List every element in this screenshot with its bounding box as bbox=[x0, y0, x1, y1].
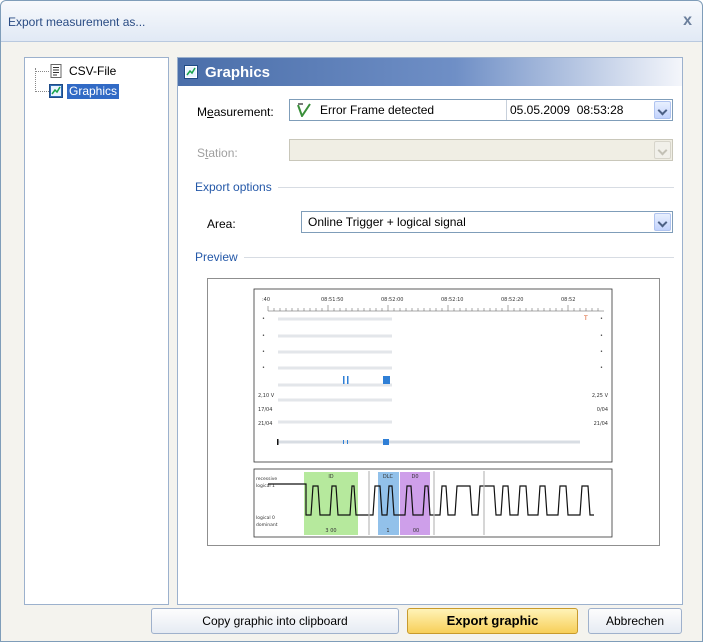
right-value: 0/04 bbox=[597, 407, 608, 413]
frame-field-value: 1 bbox=[386, 528, 389, 534]
tree-item-csv-file[interactable]: CSV-File bbox=[49, 63, 118, 79]
export-format-tree: CSV-File Graphics bbox=[24, 57, 169, 605]
trigger-window bbox=[253, 288, 613, 463]
signal-level: dominant bbox=[256, 522, 278, 528]
left-values: 2,10 V 17/04 21/04 bbox=[258, 393, 275, 427]
left-value: 17/04 bbox=[258, 407, 272, 413]
frame-field-name: D0 bbox=[411, 474, 418, 480]
time-tick-label: :40 bbox=[262, 297, 270, 303]
measurement-timestamp: 05.05.2009 08:53:28 bbox=[510, 103, 624, 117]
graphics-icon bbox=[49, 84, 63, 98]
preview-graphic: :40 08:51:50 08:52:00 08:52:10 08:52:20 … bbox=[253, 288, 613, 538]
export-options-heading: Export options bbox=[195, 180, 278, 194]
csv-file-icon bbox=[50, 64, 62, 78]
time-tick-label: 08:52:10 bbox=[441, 297, 463, 303]
frame-field-name: DLC bbox=[383, 474, 394, 480]
left-value: 21/04 bbox=[258, 421, 272, 427]
measurement-select[interactable]: Error Frame detected 05.05.2009 08:53:28 bbox=[289, 99, 673, 121]
bit-separator bbox=[433, 471, 435, 535]
svg-text:•: • bbox=[600, 349, 603, 355]
frame-field-value: 3 00 bbox=[325, 528, 336, 534]
svg-text:•: • bbox=[600, 365, 603, 371]
station-label: Station: bbox=[197, 146, 238, 160]
section-divider bbox=[197, 257, 674, 258]
preview-frame: :40 08:51:50 08:52:00 08:52:10 08:52:20 … bbox=[207, 278, 660, 546]
trigger-marker: T bbox=[583, 315, 588, 322]
measurement-label: Measurement: bbox=[197, 105, 274, 119]
tree-item-label: Graphics bbox=[67, 83, 120, 99]
left-value: 2,10 V bbox=[258, 393, 275, 399]
svg-text:•: • bbox=[262, 316, 265, 322]
cancel-button[interactable]: Abbrechen bbox=[588, 608, 682, 634]
signal-level: recessive bbox=[256, 476, 277, 482]
graphics-icon bbox=[184, 65, 198, 79]
chevron-down-icon[interactable] bbox=[654, 213, 671, 231]
area-value: Online Trigger + logical signal bbox=[308, 215, 466, 229]
tree-item-graphics[interactable]: Graphics bbox=[49, 83, 120, 99]
panel-title: Graphics bbox=[205, 64, 271, 81]
copy-graphic-button[interactable]: Copy graphic into clipboard bbox=[151, 608, 399, 634]
frame-field-value: 00 bbox=[413, 528, 419, 534]
overview-event bbox=[383, 439, 389, 445]
right-value: 2,25 V bbox=[592, 393, 609, 399]
time-tick-label: 08:52:20 bbox=[501, 297, 523, 303]
time-tick-label: 08:52:00 bbox=[381, 297, 403, 303]
time-tick-label: 08:51:50 bbox=[321, 297, 343, 303]
station-select bbox=[289, 139, 673, 161]
tree-connector bbox=[35, 91, 49, 92]
preview-heading: Preview bbox=[195, 250, 244, 264]
bit-separator bbox=[483, 471, 485, 535]
overview-marker bbox=[277, 439, 279, 445]
chevron-down-icon bbox=[654, 141, 671, 159]
overview-event bbox=[343, 440, 344, 444]
panel-header: Graphics bbox=[178, 58, 682, 86]
svg-text:•: • bbox=[262, 349, 265, 355]
svg-text:•: • bbox=[262, 333, 265, 339]
signal-level: logical 0 bbox=[256, 515, 275, 521]
svg-text:•: • bbox=[600, 333, 603, 339]
close-icon[interactable]: x bbox=[683, 12, 692, 30]
right-value: 21/04 bbox=[594, 421, 608, 427]
field-divider bbox=[506, 100, 507, 120]
tree-connector bbox=[35, 71, 49, 72]
frame-field-name: ID bbox=[328, 474, 333, 480]
export-graphic-button[interactable]: Export graphic bbox=[407, 608, 578, 634]
tree-item-label: CSV-File bbox=[69, 63, 117, 78]
button-bar: Copy graphic into clipboard Export graph… bbox=[1, 606, 702, 641]
window-title: Export measurement as... bbox=[8, 15, 146, 29]
measurement-value: Error Frame detected bbox=[320, 103, 435, 117]
area-label: Area: bbox=[207, 217, 236, 231]
error-frame-icon bbox=[297, 103, 311, 117]
svg-text:•: • bbox=[262, 365, 265, 371]
frame-field-d0 bbox=[400, 472, 430, 535]
overview-event bbox=[347, 440, 348, 444]
chevron-down-icon[interactable] bbox=[654, 101, 671, 119]
svg-text:•: • bbox=[600, 316, 603, 322]
area-select[interactable]: Online Trigger + logical signal bbox=[301, 211, 673, 233]
bit-separator bbox=[368, 471, 370, 535]
title-bar: Export measurement as... x bbox=[1, 1, 702, 42]
time-tick-label: 08:52 bbox=[561, 297, 575, 303]
export-dialog: Export measurement as... x CSV-File Grap… bbox=[0, 0, 703, 642]
